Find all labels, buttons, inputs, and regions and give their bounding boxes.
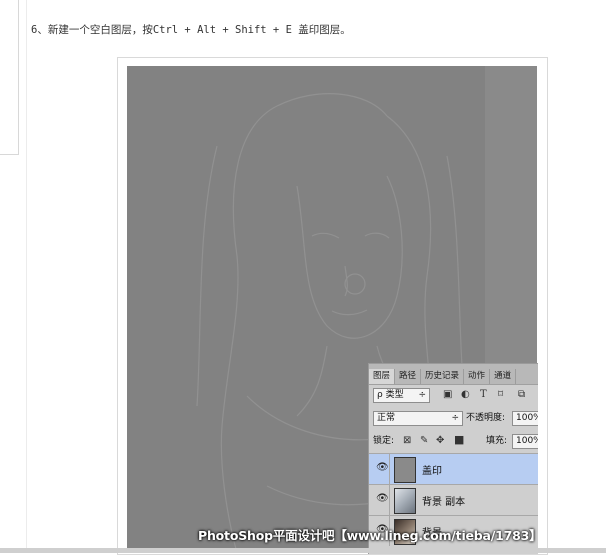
eye-column-divider [389, 485, 390, 515]
watermark: PhotoShop平面设计吧【www.lineg.com/tieba/1783】 [198, 528, 542, 543]
tab-channels[interactable]: 通道 [490, 369, 517, 384]
sidebar-border [0, 0, 19, 155]
tab-layers[interactable]: 图层 [369, 369, 396, 384]
tab-actions[interactable]: 动作 [464, 369, 491, 384]
blend-row: 正常 ÷ 不透明度: 100% [369, 407, 538, 428]
opacity-label: 不透明度: [466, 413, 506, 423]
opacity-field[interactable]: 100% [512, 411, 538, 426]
step-instruction: 6、新建一个空白图层，按Ctrl + Alt + Shift + E 盖印图层。 [31, 24, 351, 36]
layer-thumbnail [394, 488, 416, 514]
type-filter-icon[interactable]: T [480, 388, 487, 402]
page-scroll-bar[interactable] [0, 548, 606, 553]
lock-all-icon[interactable]: ■ [454, 433, 464, 447]
fill-field[interactable]: 100% [512, 434, 538, 449]
layer-thumbnail [394, 457, 416, 483]
lock-pixels-icon[interactable]: ⊠ [403, 434, 411, 448]
lock-row: 锁定: ⊠ ✎ ✥ ■ 填充: 100% [369, 430, 538, 451]
blend-mode-value: 正常 [377, 413, 396, 423]
layer-name: 盖印 [422, 466, 442, 477]
image-filter-icon[interactable]: ▣ [443, 388, 452, 402]
tab-paths[interactable]: 路径 [395, 369, 422, 384]
eye-icon[interactable]: 👁 [376, 462, 389, 473]
eye-column-divider [389, 454, 390, 484]
adjustment-filter-icon[interactable]: ◐ [461, 388, 470, 402]
filter-label: ρ 类型 [377, 390, 404, 400]
lock-move-icon[interactable]: ✥ [436, 434, 444, 448]
filter-arrow: ÷ [418, 390, 426, 400]
eye-icon[interactable]: 👁 [376, 493, 389, 504]
layer-name: 背景 副本 [422, 497, 466, 508]
article-border [26, 0, 27, 553]
smart-filter-icon[interactable]: ⧉ [518, 388, 525, 402]
filter-row: ρ 类型 ÷ ▣ ◐ T ⌑ ⧉ [369, 385, 538, 405]
lock-label: 锁定: [373, 436, 395, 446]
panel-tab-bar: 图层 路径 历史记录 动作 通道 [369, 364, 538, 385]
fill-label: 填充: [486, 436, 508, 446]
lock-brush-icon[interactable]: ✎ [420, 434, 428, 448]
shape-filter-icon[interactable]: ⌑ [498, 388, 503, 402]
tab-history[interactable]: 历史记录 [421, 369, 465, 384]
blend-mode-select[interactable]: 正常 ÷ [373, 411, 463, 426]
blend-mode-arrow: ÷ [451, 413, 459, 423]
layer-filter-select[interactable]: ρ 类型 ÷ [373, 388, 430, 403]
layer-row-background-copy[interactable]: 👁 背景 副本 [369, 484, 538, 515]
layer-row-stamp[interactable]: 👁 盖印 [369, 453, 538, 484]
